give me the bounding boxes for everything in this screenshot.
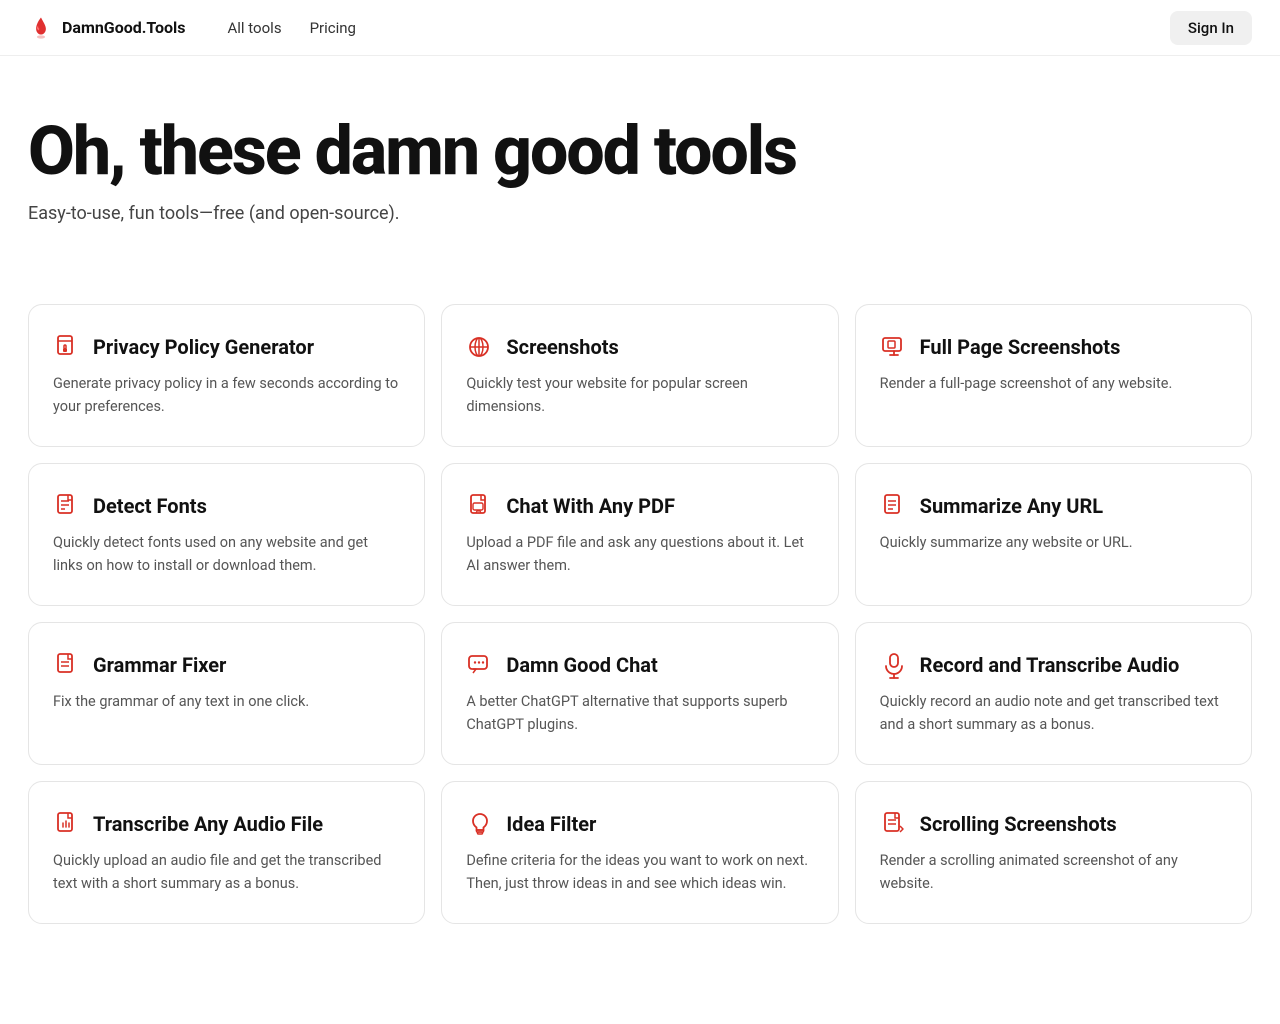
tool-desc: Upload a PDF file and ask any questions … <box>466 532 813 577</box>
tool-card-header: Damn Good Chat <box>466 651 813 679</box>
tool-desc: A better ChatGPT alternative that suppor… <box>466 691 813 736</box>
tool-card-scrolling-screenshots[interactable]: Scrolling Screenshots Render a scrolling… <box>855 781 1252 924</box>
navbar: DamnGood.Tools All tools Pricing Sign In <box>0 0 1280 56</box>
file-edit-icon <box>53 651 81 679</box>
tool-name: Record and Transcribe Audio <box>920 653 1180 677</box>
tool-card-header: Record and Transcribe Audio <box>880 651 1227 679</box>
tool-card-header: Transcribe Any Audio File <box>53 810 400 838</box>
tool-card-idea-filter[interactable]: Idea Filter Define criteria for the idea… <box>441 781 838 924</box>
tool-name: Summarize Any URL <box>920 494 1103 518</box>
file-lock-icon <box>53 333 81 361</box>
tool-card-header: Full Page Screenshots <box>880 333 1227 361</box>
tool-card-summarize-url[interactable]: Summarize Any URL Quickly summarize any … <box>855 463 1252 606</box>
tool-card-grammar-fixer[interactable]: Grammar Fixer Fix the grammar of any tex… <box>28 622 425 765</box>
tool-name: Screenshots <box>506 335 619 359</box>
brand-logo[interactable]: DamnGood.Tools <box>28 15 186 41</box>
tool-card-transcribe-audio-file[interactable]: Transcribe Any Audio File Quickly upload… <box>28 781 425 924</box>
tool-card-header: Idea Filter <box>466 810 813 838</box>
tool-card-damn-good-chat[interactable]: Damn Good Chat A better ChatGPT alternat… <box>441 622 838 765</box>
file-summary-icon <box>880 492 908 520</box>
tool-desc: Quickly summarize any website or URL. <box>880 532 1227 554</box>
tools-grid: Privacy Policy Generator Generate privac… <box>0 294 1280 964</box>
tool-card-header: Grammar Fixer <box>53 651 400 679</box>
tool-card-detect-fonts[interactable]: Detect Fonts Quickly detect fonts used o… <box>28 463 425 606</box>
file-text-icon <box>53 492 81 520</box>
all-tools-link[interactable]: All tools <box>218 13 292 43</box>
tool-name: Grammar Fixer <box>93 653 226 677</box>
file-audio-icon <box>53 810 81 838</box>
tool-name: Idea Filter <box>506 812 596 836</box>
tool-card-privacy-policy-generator[interactable]: Privacy Policy Generator Generate privac… <box>28 304 425 447</box>
file-chat-icon <box>466 492 494 520</box>
tool-card-chat-with-pdf[interactable]: Chat With Any PDF Upload a PDF file and … <box>441 463 838 606</box>
tool-card-header: Summarize Any URL <box>880 492 1227 520</box>
sign-in-button[interactable]: Sign In <box>1170 11 1252 45</box>
nav-links: All tools Pricing <box>218 13 1170 43</box>
tool-name: Full Page Screenshots <box>920 335 1121 359</box>
tool-desc: Quickly record an audio note and get tra… <box>880 691 1227 736</box>
microphone-icon <box>880 651 908 679</box>
hero-title: Oh, these damn good tools <box>28 116 828 187</box>
file-scroll-icon <box>880 810 908 838</box>
tool-desc: Quickly detect fonts used on any website… <box>53 532 400 577</box>
tool-desc: Render a scrolling animated screenshot o… <box>880 850 1227 895</box>
tool-name: Chat With Any PDF <box>506 494 675 518</box>
globe-camera-icon <box>466 333 494 361</box>
hero-section: Oh, these damn good tools Easy-to-use, f… <box>0 56 1280 294</box>
tool-name: Detect Fonts <box>93 494 207 518</box>
tool-name: Privacy Policy Generator <box>93 335 314 359</box>
tool-name: Damn Good Chat <box>506 653 657 677</box>
tool-desc: Define criteria for the ideas you want t… <box>466 850 813 895</box>
tool-card-header: Privacy Policy Generator <box>53 333 400 361</box>
tool-name: Transcribe Any Audio File <box>93 812 323 836</box>
tool-name: Scrolling Screenshots <box>920 812 1117 836</box>
tool-card-header: Chat With Any PDF <box>466 492 813 520</box>
tool-desc: Fix the grammar of any text in one click… <box>53 691 400 713</box>
tool-card-header: Scrolling Screenshots <box>880 810 1227 838</box>
tool-card-header: Screenshots <box>466 333 813 361</box>
tool-desc: Quickly test your website for popular sc… <box>466 373 813 418</box>
flame-icon <box>28 15 54 41</box>
tool-desc: Render a full-page screenshot of any web… <box>880 373 1227 395</box>
brand-name: DamnGood.Tools <box>62 18 186 37</box>
pricing-link[interactable]: Pricing <box>300 13 366 43</box>
tool-desc: Quickly upload an audio file and get the… <box>53 850 400 895</box>
tool-card-screenshots[interactable]: Screenshots Quickly test your website fo… <box>441 304 838 447</box>
chat-bubble-icon <box>466 651 494 679</box>
tool-desc: Generate privacy policy in a few seconds… <box>53 373 400 418</box>
tool-card-full-page-screenshots[interactable]: Full Page Screenshots Render a full-page… <box>855 304 1252 447</box>
lightbulb-icon <box>466 810 494 838</box>
hero-subtitle: Easy-to-use, fun tools—free (and open-so… <box>28 203 1252 224</box>
tool-card-record-transcribe-audio[interactable]: Record and Transcribe Audio Quickly reco… <box>855 622 1252 765</box>
monitor-camera-icon <box>880 333 908 361</box>
tool-card-header: Detect Fonts <box>53 492 400 520</box>
